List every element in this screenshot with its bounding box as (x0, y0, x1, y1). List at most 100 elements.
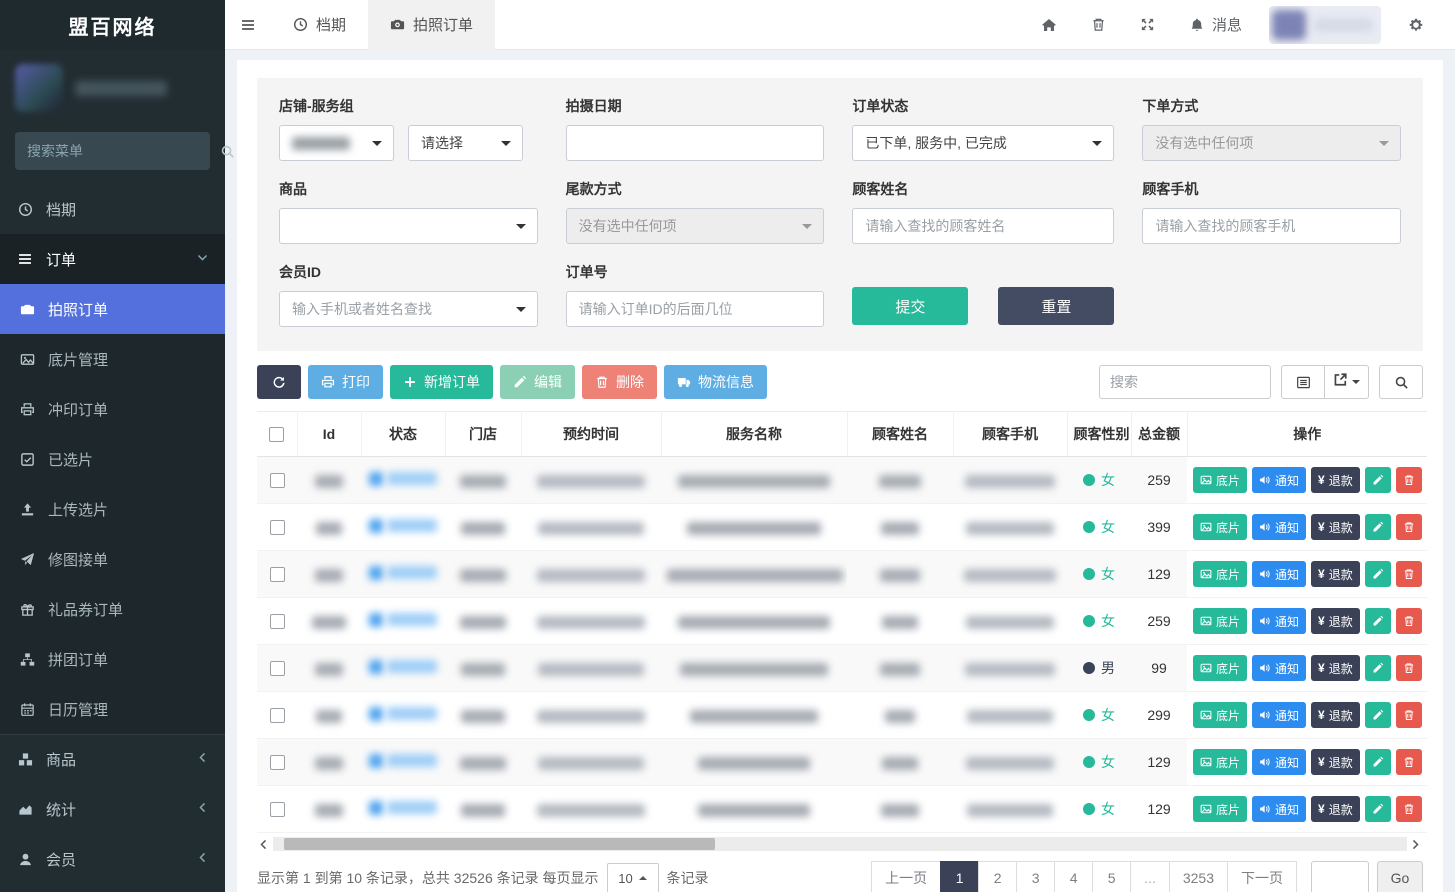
select-all-checkbox[interactable] (269, 427, 284, 442)
delete-row-button[interactable] (1396, 608, 1422, 634)
customer-phone-input[interactable] (1155, 218, 1388, 234)
delete-row-button[interactable] (1396, 467, 1422, 493)
edit-row-button[interactable] (1365, 796, 1391, 822)
go-button[interactable]: Go (1377, 861, 1423, 892)
film-button[interactable]: 底片 (1193, 796, 1247, 822)
sidebar-item-商品[interactable]: 商品 (0, 734, 225, 784)
refund-button[interactable]: ¥退款 (1311, 702, 1360, 728)
sidebar-item-拍照订单[interactable]: 拍照订单 (0, 284, 225, 334)
notify-button[interactable]: 通知 (1252, 655, 1306, 681)
sidebar-item-上传选片[interactable]: 上传选片 (0, 484, 225, 534)
expand-icon[interactable] (1123, 0, 1172, 50)
order-status-select[interactable]: 已下单, 服务中, 已完成 (852, 125, 1114, 161)
next-page-button[interactable]: 下一页 (1227, 861, 1297, 892)
page-button-5[interactable]: 5 (1092, 861, 1131, 892)
order-no-input[interactable] (579, 301, 812, 317)
sidebar-item-修图接单[interactable]: 修图接单 (0, 534, 225, 584)
order-method-select[interactable]: 没有选中任何项 (1142, 125, 1401, 161)
notify-button[interactable]: 通知 (1252, 702, 1306, 728)
page-button-2[interactable]: 2 (978, 861, 1017, 892)
tab-档期[interactable]: 档期 (271, 0, 368, 50)
search-icon[interactable] (1379, 365, 1423, 399)
export-icon[interactable] (1325, 365, 1369, 399)
page-button-3253[interactable]: 3253 (1169, 861, 1228, 892)
shoot-date-input[interactable] (579, 135, 812, 151)
status-cell-redacted[interactable] (361, 692, 445, 739)
gears-icon[interactable] (1391, 0, 1441, 50)
notify-button[interactable]: 通知 (1252, 467, 1306, 493)
notify-button[interactable]: 通知 (1252, 608, 1306, 634)
scroll-left-icon[interactable] (257, 838, 271, 851)
refund-button[interactable]: ¥退款 (1311, 655, 1360, 681)
film-button[interactable]: 底片 (1193, 514, 1247, 540)
notify-button[interactable]: 通知 (1252, 561, 1306, 587)
refund-button[interactable]: ¥退款 (1311, 796, 1360, 822)
bell-icon[interactable]: 消息 (1172, 0, 1259, 50)
sidebar-item-会员[interactable]: 会员 (0, 834, 225, 884)
delete-row-button[interactable] (1396, 561, 1422, 587)
edit-row-button[interactable] (1365, 467, 1391, 493)
edit-row-button[interactable] (1365, 514, 1391, 540)
row-checkbox[interactable] (270, 520, 285, 535)
delete-row-button[interactable] (1396, 702, 1422, 728)
sidebar-search-input[interactable] (15, 143, 220, 159)
balance-method-select[interactable]: 没有选中任何项 (566, 208, 825, 244)
delete-row-button[interactable] (1396, 514, 1422, 540)
edit-row-button[interactable] (1365, 749, 1391, 775)
delete-row-button[interactable] (1396, 655, 1422, 681)
scrollbar-track[interactable] (273, 837, 1407, 851)
edit-button[interactable]: 编辑 (500, 365, 575, 399)
sidebar-item-冲印订单[interactable]: 冲印订单 (0, 384, 225, 434)
film-button[interactable]: 底片 (1193, 561, 1247, 587)
trash-icon[interactable] (1074, 0, 1123, 50)
goto-page-input[interactable] (1311, 861, 1369, 892)
delete-button[interactable]: 删除 (582, 365, 657, 399)
row-checkbox[interactable] (270, 802, 285, 817)
edit-row-button[interactable] (1365, 608, 1391, 634)
status-cell-redacted[interactable] (361, 786, 445, 833)
film-button[interactable]: 底片 (1193, 608, 1247, 634)
status-cell-redacted[interactable] (361, 551, 445, 598)
table-search-input[interactable] (1099, 365, 1271, 399)
refund-button[interactable]: ¥退款 (1311, 514, 1360, 540)
sidebar-item-日历管理[interactable]: 日历管理 (0, 684, 225, 734)
columns-icon[interactable] (1281, 365, 1325, 399)
tab-拍照订单[interactable]: 拍照订单 (368, 0, 495, 50)
shop-select[interactable] (279, 125, 394, 161)
prev-page-button[interactable]: 上一页 (871, 861, 941, 892)
home-icon[interactable] (1024, 0, 1074, 50)
status-cell-redacted[interactable] (361, 739, 445, 786)
row-checkbox[interactable] (270, 473, 285, 488)
reset-button[interactable]: 重置 (998, 287, 1114, 325)
refund-button[interactable]: ¥退款 (1311, 561, 1360, 587)
customer-name-input[interactable] (865, 218, 1101, 234)
print-button[interactable]: 打印 (308, 365, 383, 399)
member-id-select[interactable]: 输入手机或者姓名查找 (279, 291, 538, 327)
sidebar-item-礼品券订单[interactable]: 礼品券订单 (0, 584, 225, 634)
service-group-select[interactable]: 请选择 (408, 125, 523, 161)
row-checkbox[interactable] (270, 755, 285, 770)
refresh-button[interactable] (257, 365, 301, 399)
page-button-3[interactable]: 3 (1016, 861, 1055, 892)
delete-row-button[interactable] (1396, 749, 1422, 775)
product-select[interactable] (279, 208, 538, 244)
edit-row-button[interactable] (1365, 655, 1391, 681)
sidebar-item-档期[interactable]: 档期 (0, 184, 225, 234)
status-cell-redacted[interactable] (361, 457, 445, 504)
user-menu[interactable] (1269, 6, 1381, 44)
edit-row-button[interactable] (1365, 702, 1391, 728)
submit-button[interactable]: 提交 (852, 287, 968, 325)
page-button-1[interactable]: 1 (940, 861, 979, 892)
page-button-4[interactable]: 4 (1054, 861, 1093, 892)
refund-button[interactable]: ¥退款 (1311, 467, 1360, 493)
sidebar-item-订单[interactable]: 订单 (0, 234, 225, 284)
film-button[interactable]: 底片 (1193, 702, 1247, 728)
sidebar-item-拼团订单[interactable]: 拼团订单 (0, 634, 225, 684)
delete-row-button[interactable] (1396, 796, 1422, 822)
notify-button[interactable]: 通知 (1252, 514, 1306, 540)
add-order-button[interactable]: 新增订单 (390, 365, 493, 399)
sidebar-item-已选片[interactable]: 已选片 (0, 434, 225, 484)
sidebar-item-底片管理[interactable]: 底片管理 (0, 334, 225, 384)
status-cell-redacted[interactable] (361, 645, 445, 692)
status-cell-redacted[interactable] (361, 504, 445, 551)
